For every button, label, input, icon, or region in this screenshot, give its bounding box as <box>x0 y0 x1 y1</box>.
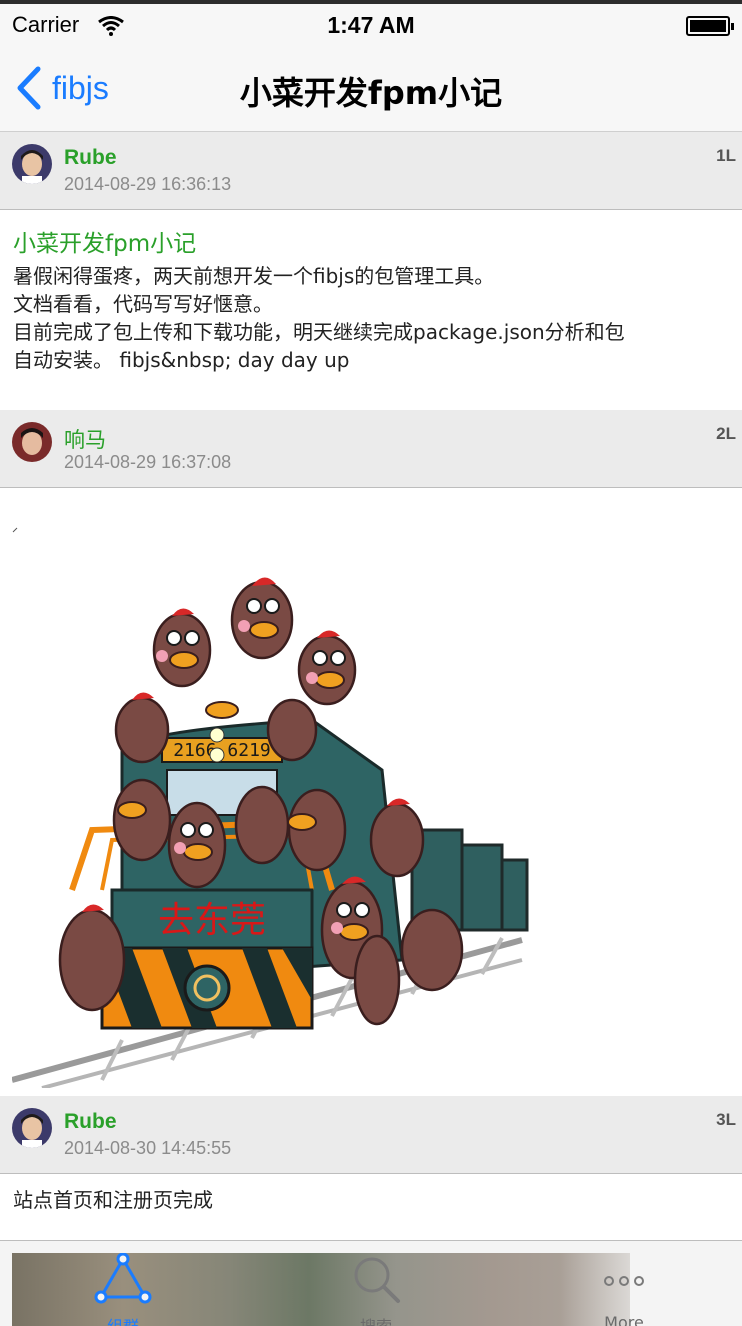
post-header-3[interactable]: Rube 2014-08-30 14:45:55 3L <box>0 1096 742 1174</box>
battery-icon <box>686 16 734 36</box>
user-avatar-image <box>12 1108 52 1148</box>
floor-number: 3L <box>716 1110 736 1129</box>
tab-search[interactable]: 搜索 <box>316 1249 436 1326</box>
post-text-line: 站点首页和注册页完成 <box>13 1188 213 1212</box>
post-header-1[interactable]: Rube 2014-08-29 16:36:13 1L <box>0 132 742 210</box>
author-name[interactable]: Rube <box>64 146 117 170</box>
tab-more[interactable]: More <box>564 1249 684 1326</box>
post-text-line: 自动安装。 fibjs&nbsp; day day up <box>13 348 350 372</box>
post-text-line: 目前完成了包上传和下载功能，明天继续完成package.json分析和包 <box>13 320 625 344</box>
author-name[interactable]: 响马 <box>64 424 106 454</box>
search-icon <box>354 1257 400 1303</box>
triangle-nodes-icon <box>94 1253 152 1304</box>
author-name[interactable]: Rube <box>64 1110 117 1134</box>
avatar[interactable] <box>12 1108 52 1148</box>
tab-groups[interactable]: 组群 <box>63 1249 183 1326</box>
tab-label: 组群 <box>63 1313 183 1326</box>
post-body-3: 站点首页和注册页完成 <box>13 1186 738 1214</box>
destination-text: 去东莞 <box>158 900 266 941</box>
avatar[interactable] <box>12 144 52 184</box>
status-bar: Carrier 1:47 AM <box>0 0 742 48</box>
post-body-1: 暑假闲得蛋疼，两天前想开发一个fibjs的包管理工具。 文档看看，代码写写好惬意… <box>13 262 738 374</box>
post-timestamp: 2014-08-29 16:36:13 <box>64 174 232 194</box>
tab-label: 搜索 <box>316 1313 436 1326</box>
post-title: 小菜开发fpm小记 <box>13 231 197 257</box>
meme-image[interactable]: 2166 6219 去东莞 <box>12 560 532 1088</box>
avatar[interactable] <box>12 422 52 462</box>
navigation-bar: fibjs 小菜开发fpm小记 <box>0 48 742 132</box>
page-title: 小菜开发fpm小记 <box>239 74 503 112</box>
tab-label: More <box>604 1313 644 1326</box>
post-header-2[interactable]: 响马 2014-08-29 16:37:08 2L <box>0 410 742 488</box>
tab-bar: 组群 搜索 More <box>0 1240 742 1326</box>
user-avatar-image <box>12 422 52 462</box>
user-avatar-image <box>12 144 52 184</box>
status-time: 1:47 AM <box>327 12 415 38</box>
floor-number: 1L <box>716 146 736 165</box>
post-timestamp: 2014-08-30 14:45:55 <box>64 1138 232 1158</box>
image-placeholder-mark <box>12 518 18 533</box>
post-text-line: 暑假闲得蛋疼，两天前想开发一个fibjs的包管理工具。 <box>13 264 495 288</box>
more-dots-icon <box>604 1276 644 1286</box>
post-timestamp: 2014-08-29 16:37:08 <box>64 452 232 472</box>
post-text-line: 文档看看，代码写写好惬意。 <box>13 292 273 316</box>
floor-number: 2L <box>716 424 736 443</box>
